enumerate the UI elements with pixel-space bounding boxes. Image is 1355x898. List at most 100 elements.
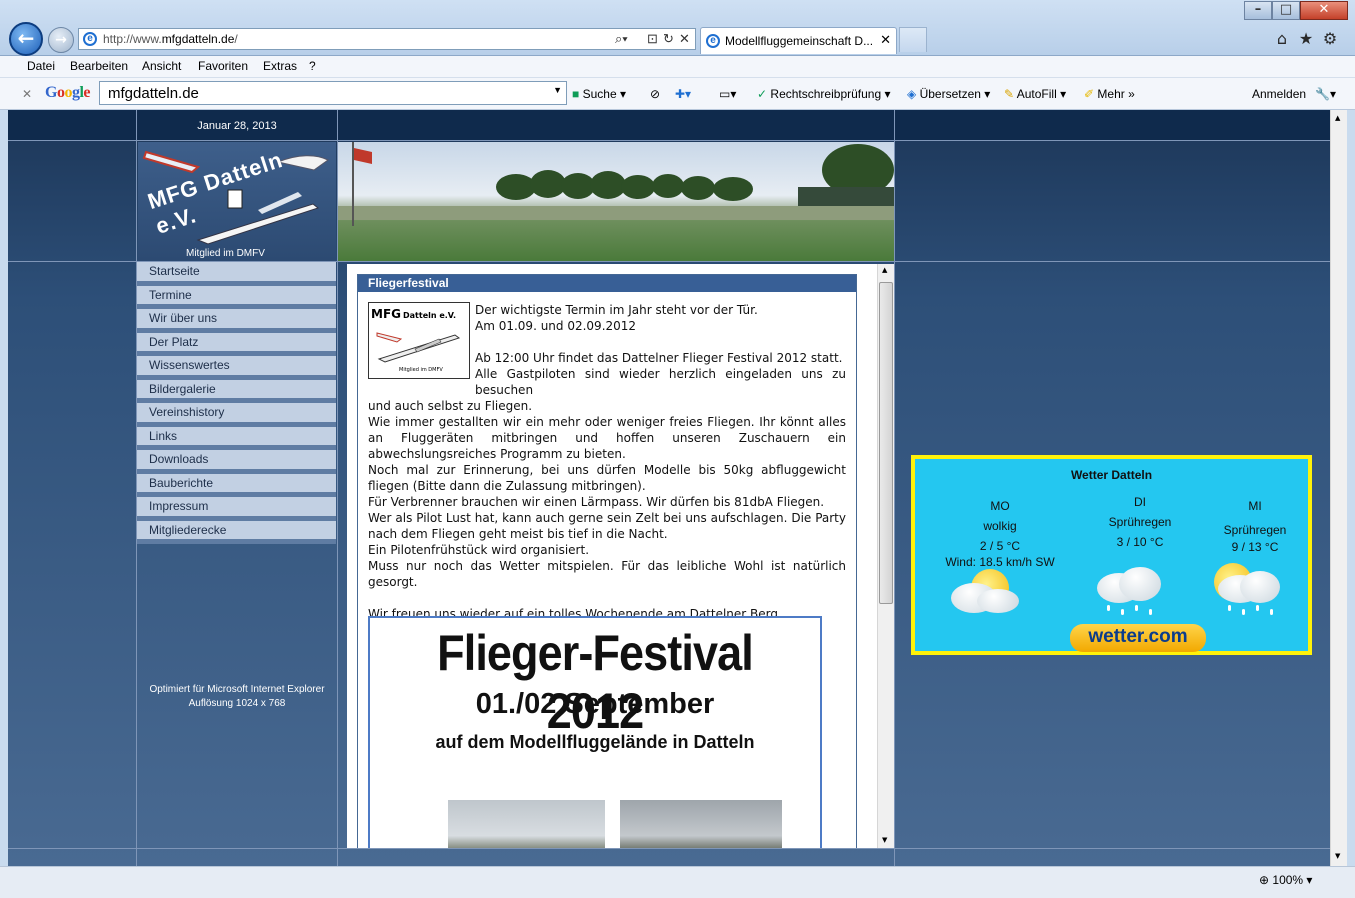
content-scrollbar[interactable]: ▲ ▼ (877, 264, 894, 848)
poster-date: 01./02 September (475, 688, 715, 720)
drizzle-icon (1093, 567, 1161, 615)
toolbar-close-icon[interactable]: ✕ (22, 87, 32, 101)
weather-condition: wolkig (983, 519, 1017, 533)
sidebar-item-downloads[interactable]: Downloads (137, 450, 336, 474)
home-icon[interactable]: ⌂ (1273, 30, 1291, 48)
window-scrollbar[interactable]: ▲ ▼ (1330, 110, 1347, 866)
pencil-icon: ✐ (1084, 87, 1095, 101)
ie-tab-icon: e (706, 34, 720, 48)
festival-poster[interactable]: Flieger-Festival 2012 01./02 September a… (368, 616, 822, 848)
scroll-down-icon[interactable]: ▼ (1335, 852, 1340, 860)
sidebar-item-mitgliederecke[interactable]: Mitgliederecke (137, 520, 336, 544)
window-close-button[interactable]: ✕ (1300, 1, 1348, 20)
menu-favoriten[interactable]: Favoriten (198, 59, 248, 73)
sidebar-item-bildergalerie[interactable]: Bildergalerie (137, 379, 336, 403)
weather-widget[interactable]: Wetter Datteln MO wolkig 2 / 5 °C Wind: … (911, 455, 1312, 655)
article-paragraph: Wie immer gestallten wir ein mehr oder w… (368, 415, 846, 461)
status-bar: ⊕ 100% ▾ (0, 866, 1355, 898)
weather-day-di: DI Sprühregen 3 / 10 °C (1080, 495, 1200, 549)
tab-active[interactable]: e Modellfluggemeinschaft D... ✕ (700, 27, 897, 54)
menu-help[interactable]: ? (309, 59, 316, 73)
optimized-note: Optimiert für Microsoft Internet Explore… (137, 683, 337, 711)
google-search-input[interactable]: mfgdatteln.de ▼ (99, 81, 567, 105)
signin-button[interactable]: Anmelden (1252, 87, 1306, 101)
sidebar-item-bauberichte[interactable]: Bauberichte (137, 473, 336, 497)
menu-extras[interactable]: Extras (263, 59, 297, 73)
article-paragraph: Ab 12:00 Uhr findet das Dattelner Fliege… (475, 351, 843, 365)
poster-subtitle: auf dem Modellfluggelände in Datteln (435, 732, 755, 752)
sidebar-item-wir-ueber-uns[interactable]: Wir über uns (137, 309, 336, 333)
menu-bar: Datei Bearbeiten Ansicht Favoriten Extra… (0, 56, 1355, 78)
web-page: Januar 28, 2013 MFG Datteln e.V. Mitglie… (8, 110, 1330, 866)
google-logo: Google (45, 84, 91, 101)
article-paragraph: Muss nur noch das Wetter mitspielen. Für… (368, 559, 846, 589)
more-button[interactable]: ✐ Mehr » (1084, 87, 1135, 101)
address-bar[interactable]: e http://www.mfgdatteln.de/ ⌕▾ ⊡ ↻ ✕ (78, 28, 696, 50)
article-paragraph: Für Verbrenner brauchen wir einen Lärmpa… (368, 495, 825, 509)
weather-temp: 9 / 13 °C (1231, 540, 1279, 554)
minimize-button[interactable]: – (1244, 1, 1272, 20)
optimized-line-2: Auflösung 1024 x 768 (188, 698, 286, 709)
article-paragraph: Ein Pilotenfrühstück wird organisiert. (368, 543, 590, 557)
compass-icon[interactable]: ⊘ (650, 87, 660, 101)
forward-button[interactable]: → (48, 27, 74, 53)
sidebar-nav: Startseite Termine Wir über uns Der Plat… (137, 262, 336, 544)
club-logo[interactable]: MFG Datteln e.V. Mitglied im DMFV (138, 142, 336, 261)
divider (8, 848, 1330, 849)
logo-subtitle: Mitglied im DMFV (186, 248, 265, 259)
search-icon[interactable]: ⌕▾ (615, 31, 628, 47)
spellcheck-icon: ✓ (757, 87, 768, 101)
plus-icon[interactable]: ✚▾ (675, 87, 691, 101)
sidebar-item-vereinshistory[interactable]: Vereinshistory (137, 403, 336, 427)
favorites-star-icon[interactable]: ★ (1297, 30, 1315, 48)
google-g-icon: ■ (572, 87, 580, 101)
back-button[interactable]: ← (9, 22, 43, 56)
spellcheck-button[interactable]: ✓ Rechtschreibprüfung ▾ (757, 87, 891, 101)
optimized-line-1: Optimiert für Microsoft Internet Explore… (149, 684, 325, 695)
sidebar-item-wissenswertes[interactable]: Wissenswertes (137, 356, 336, 380)
weather-condition: Sprühregen (1108, 515, 1172, 529)
zoom-level[interactable]: ⊕ 100% ▾ (1259, 873, 1312, 887)
article-box: Fliegerfestival MFG Datteln e.V. Mitglie… (357, 274, 857, 848)
new-tab-button[interactable] (899, 27, 927, 52)
weather-day: MO (990, 499, 1010, 513)
scroll-down-icon[interactable]: ▼ (882, 836, 887, 844)
weather-temp: 3 / 10 °C (1116, 535, 1164, 549)
airfield-trees-illustration (338, 142, 894, 226)
weather-condition: Sprühregen (1223, 523, 1287, 537)
menu-ansicht[interactable]: Ansicht (142, 59, 181, 73)
refresh-icon[interactable]: ↻ (663, 31, 674, 47)
article-paragraph: Wer als Pilot Lust hat, kann auch gerne … (368, 511, 846, 541)
header-banner-photo (338, 142, 894, 261)
scroll-up-icon[interactable]: ▲ (882, 266, 887, 274)
sidebar-item-startseite[interactable]: Startseite (137, 262, 336, 286)
wetter-com-logo[interactable]: wetter.com (1070, 624, 1206, 652)
autofill-icon: ✎ (1004, 87, 1015, 101)
chevron-down-icon[interactable]: ▼ (553, 85, 562, 95)
autofill-button[interactable]: ✎ AutoFill ▾ (1004, 87, 1066, 101)
menu-datei[interactable]: Datei (27, 59, 55, 73)
stop-icon[interactable]: ✕ (679, 31, 690, 47)
wrench-icon[interactable]: 🔧▾ (1315, 87, 1336, 101)
scroll-thumb[interactable] (879, 282, 893, 604)
translate-button[interactable]: ◈ Übersetzen ▾ (907, 87, 990, 101)
tab-close-icon[interactable]: ✕ (880, 32, 891, 48)
article-heading: Fliegerfestival (358, 275, 856, 292)
poster-title: Flieger-Festival 2012 (437, 625, 754, 739)
scroll-up-icon[interactable]: ▲ (1335, 114, 1340, 122)
compat-view-icon[interactable]: ⊡ (647, 31, 658, 47)
article-paragraph: und auch selbst zu Fliegen. (368, 399, 533, 413)
weather-temp: 2 / 5 °C (979, 539, 1021, 553)
tools-gear-icon[interactable]: ⚙ (1321, 30, 1339, 48)
sidebar-item-links[interactable]: Links (137, 426, 336, 450)
menu-bearbeiten[interactable]: Bearbeiten (70, 59, 128, 73)
google-suche-button[interactable]: ■ Suche ▾ (572, 87, 626, 101)
article-text: Der wichtigste Termin im Jahr steht vor … (368, 302, 846, 622)
sidebar-item-der-platz[interactable]: Der Platz (137, 332, 336, 356)
sidebar-item-termine[interactable]: Termine (137, 285, 336, 309)
sidebar-item-impressum[interactable]: Impressum (137, 497, 336, 521)
maximize-button[interactable]: □ (1272, 1, 1300, 20)
weather-day: DI (1134, 495, 1146, 509)
translate-icon: ◈ (907, 87, 917, 101)
bookmark-icon[interactable]: ▭▾ (719, 87, 736, 101)
